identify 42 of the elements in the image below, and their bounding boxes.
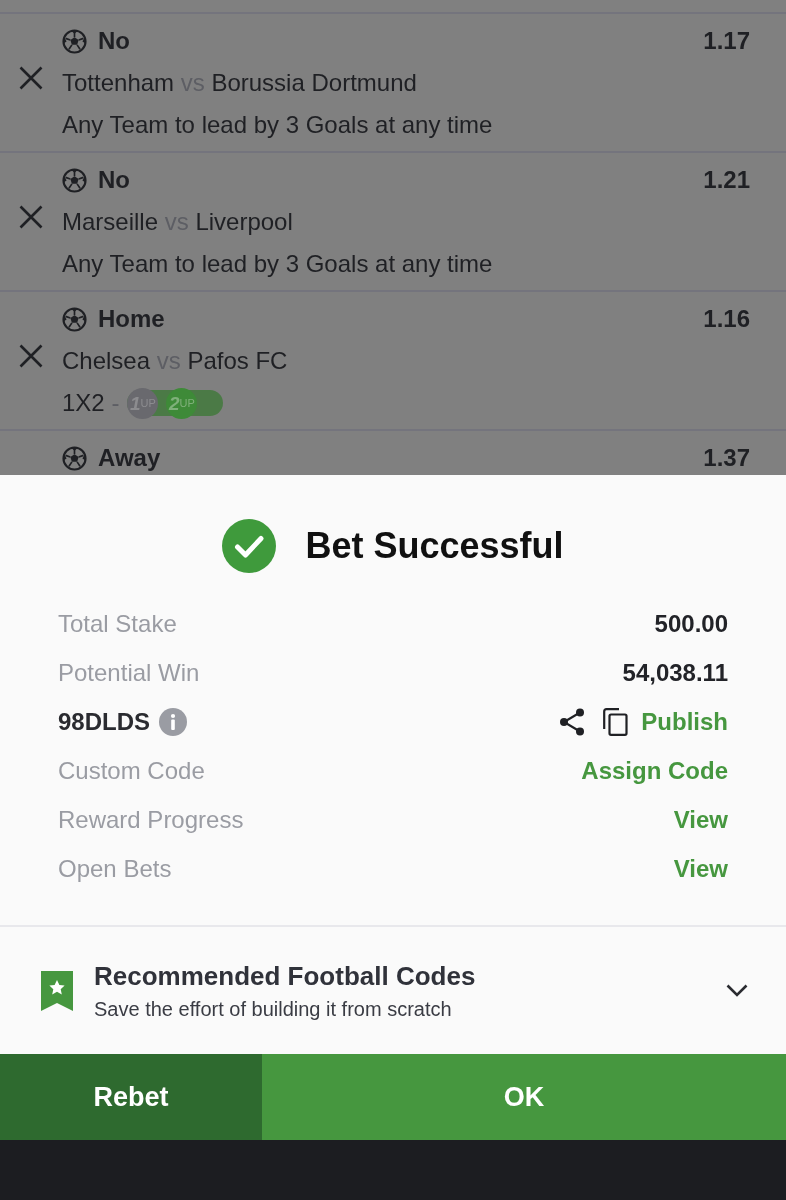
- recommended-title: Recommended Football Codes: [94, 960, 477, 992]
- row-label: Potential Win: [58, 658, 200, 687]
- row-label: Open Bets: [58, 854, 172, 883]
- pick-label: No: [98, 166, 130, 194]
- market-label: Any Team to lead by 3 Goals at any time: [62, 111, 493, 139]
- share-icon[interactable]: [559, 707, 586, 736]
- publish-link[interactable]: Publish: [641, 707, 728, 736]
- info-icon[interactable]: [159, 707, 188, 736]
- check-circle-icon: [222, 519, 277, 573]
- row-label: Reward Progress: [58, 805, 244, 834]
- soccer-ball-icon: [62, 306, 87, 332]
- odds-value: 1.17: [703, 27, 750, 55]
- close-icon[interactable]: [19, 344, 43, 368]
- odds-value: 1.37: [703, 444, 750, 472]
- chevron-down-icon[interactable]: [726, 984, 748, 997]
- ok-button[interactable]: OK: [262, 1054, 786, 1140]
- pick-label: Away: [98, 444, 161, 472]
- rebet-button[interactable]: Rebet: [0, 1054, 262, 1140]
- odds-value: 1.21: [703, 166, 750, 194]
- odds-value: 1.16: [703, 305, 750, 333]
- row-label: Total Stake: [58, 609, 177, 638]
- row-value: 500.00: [654, 609, 728, 638]
- close-icon[interactable]: [19, 66, 43, 90]
- market-label: Any Team to lead by 3 Goals at any time: [62, 250, 493, 278]
- copy-icon[interactable]: [603, 707, 629, 736]
- row-link[interactable]: View: [673, 854, 728, 883]
- row-label: Custom Code: [58, 756, 205, 785]
- soccer-ball-icon: [62, 28, 87, 54]
- pick-label: No: [98, 27, 130, 55]
- pick-label: Home: [98, 305, 165, 333]
- bookmark-star-icon: [40, 969, 74, 1012]
- market-label: 1X2 -: [62, 389, 120, 417]
- recommended-codes-item[interactable]: Recommended Football Codes Save the effort of building it from scratch: [0, 927, 786, 1054]
- sheet-title: Bet Successful: [305, 525, 564, 567]
- row-value: 54,038.11: [622, 658, 728, 687]
- row-link[interactable]: Assign Code: [581, 756, 728, 785]
- close-icon[interactable]: [19, 205, 43, 229]
- row-link[interactable]: View: [673, 805, 728, 834]
- booking-code: 98DLDS: [58, 707, 151, 736]
- soccer-ball-icon: [62, 167, 87, 193]
- recommended-subtitle: Save the effort of building it from scratch: [94, 997, 453, 1021]
- soccer-ball-icon: [62, 445, 87, 471]
